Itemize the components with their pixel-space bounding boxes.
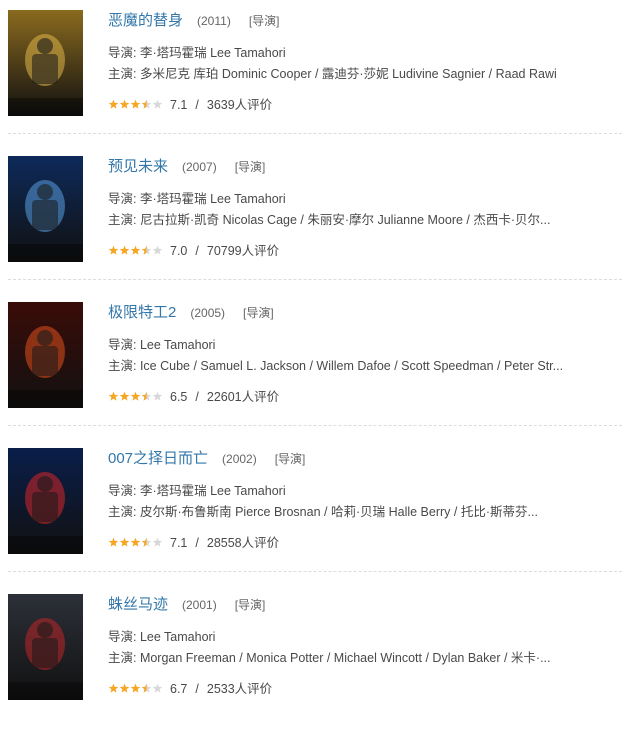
rating-value: 7.1	[170, 98, 188, 112]
rating-stars	[108, 99, 163, 110]
movie-title-link[interactable]: 007之择日而亡	[108, 450, 208, 467]
xxx-state-of-union-poster[interactable]	[8, 302, 83, 408]
movie-title-link[interactable]: 蛛丝马迹	[108, 596, 168, 613]
rating-separator: /	[195, 390, 199, 404]
item-divider	[8, 133, 622, 134]
devils-double-poster[interactable]	[8, 10, 83, 116]
rating-separator: /	[195, 536, 199, 550]
title-row: 恶魔的替身 (2011) [导演]	[108, 10, 279, 30]
movie-year: (2011)	[197, 14, 231, 28]
rating-value: 6.5	[170, 390, 188, 404]
rating-row: 6.5 / 22601人评价	[108, 388, 279, 406]
movie-year: (2007)	[182, 160, 217, 174]
title-row: 007之择日而亡 (2002) [导演]	[108, 448, 305, 468]
item-divider	[8, 425, 622, 426]
vote-count: 2533人评价	[206, 682, 273, 696]
role-tag: [导演]	[243, 306, 274, 320]
movie-item: 预见未来 (2007) [导演] 导演: 李·塔玛霍瑞 Lee Tamahori 主…	[0, 146, 623, 292]
role-tag: [导演]	[234, 598, 266, 612]
cast-line: 主演: 皮尔斯·布鲁斯南 Pierce Brosnan / 哈莉·贝瑞 Hall…	[108, 505, 538, 519]
next-poster[interactable]	[8, 156, 83, 262]
rating-separator: /	[195, 682, 199, 696]
director-line: 导演: Lee Tamahori	[108, 630, 216, 644]
cast-line: 主演: 多米尼克 库珀 Dominic Cooper / 露迪芬·莎妮 Ludi…	[108, 67, 557, 81]
rating-separator: /	[195, 244, 199, 258]
rating-separator: /	[195, 98, 199, 112]
role-tag: [导演]	[234, 160, 266, 174]
vote-count: 70799人评价	[206, 244, 280, 258]
movie-title-link[interactable]: 预见未来	[108, 158, 168, 175]
title-row: 极限特工2 (2005) [导演]	[108, 302, 274, 322]
director-line: 导演: 李·塔玛霍瑞 Lee Tamahori	[108, 484, 286, 498]
cast-line: 主演: Ice Cube / Samuel L. Jackson / Wille…	[108, 359, 564, 373]
rating-stars	[108, 683, 163, 694]
movie-item: 007之择日而亡 (2002) [导演] 导演: 李·塔玛霍瑞 Lee Tamaho…	[0, 438, 623, 584]
vote-count: 28558人评价	[206, 536, 280, 550]
movie-year: (2002)	[222, 452, 257, 466]
role-tag: [导演]	[274, 452, 306, 466]
along-came-a-spider-poster[interactable]	[8, 594, 83, 700]
movie-item: 极限特工2 (2005) [导演] 导演: Lee Tamahori 主演: Ice…	[0, 292, 623, 438]
director-line: 导演: 李·塔玛霍瑞 Lee Tamahori	[108, 192, 286, 206]
movie-year: (2005)	[190, 306, 226, 320]
rating-row: 6.7 / 2533人评价	[108, 680, 272, 698]
rating-row: 7.1 / 3639人评价	[108, 96, 272, 114]
vote-count: 22601人评价	[206, 390, 280, 404]
cast-line: 主演: 尼古拉斯·凯奇 Nicolas Cage / 朱丽安·摩尔 Julian…	[108, 213, 551, 227]
cast-line: 主演: Morgan Freeman / Monica Potter / Mic…	[108, 651, 551, 665]
item-divider	[8, 279, 622, 280]
rating-value: 6.7	[170, 682, 188, 696]
director-line: 导演: Lee Tamahori	[108, 338, 216, 352]
title-row: 预见未来 (2007) [导演]	[108, 156, 265, 176]
rating-stars	[108, 391, 163, 402]
movie-title-link[interactable]: 恶魔的替身	[108, 12, 183, 29]
rating-value: 7.1	[170, 536, 188, 550]
vote-count: 3639人评价	[206, 98, 273, 112]
title-row: 蛛丝马迹 (2001) [导演]	[108, 594, 265, 614]
rating-stars	[108, 245, 163, 256]
movie-title-link[interactable]: 极限特工2	[108, 304, 176, 321]
movie-item: 恶魔的替身 (2011) [导演] 导演: 李·塔玛霍瑞 Lee Tamahori …	[0, 0, 623, 146]
role-tag: [导演]	[248, 14, 280, 28]
rating-stars	[108, 537, 163, 548]
director-line: 导演: 李·塔玛霍瑞 Lee Tamahori	[108, 46, 286, 60]
movie-year: (2001)	[182, 598, 217, 612]
die-another-day-poster[interactable]	[8, 448, 83, 554]
rating-row: 7.1 / 28558人评价	[108, 534, 279, 552]
rating-value: 7.0	[170, 244, 188, 258]
rating-row: 7.0 / 70799人评价	[108, 242, 279, 260]
movie-item: 蛛丝马迹 (2001) [导演] 导演: Lee Tamahori 主演: Morg…	[0, 584, 623, 730]
item-divider	[8, 571, 622, 572]
